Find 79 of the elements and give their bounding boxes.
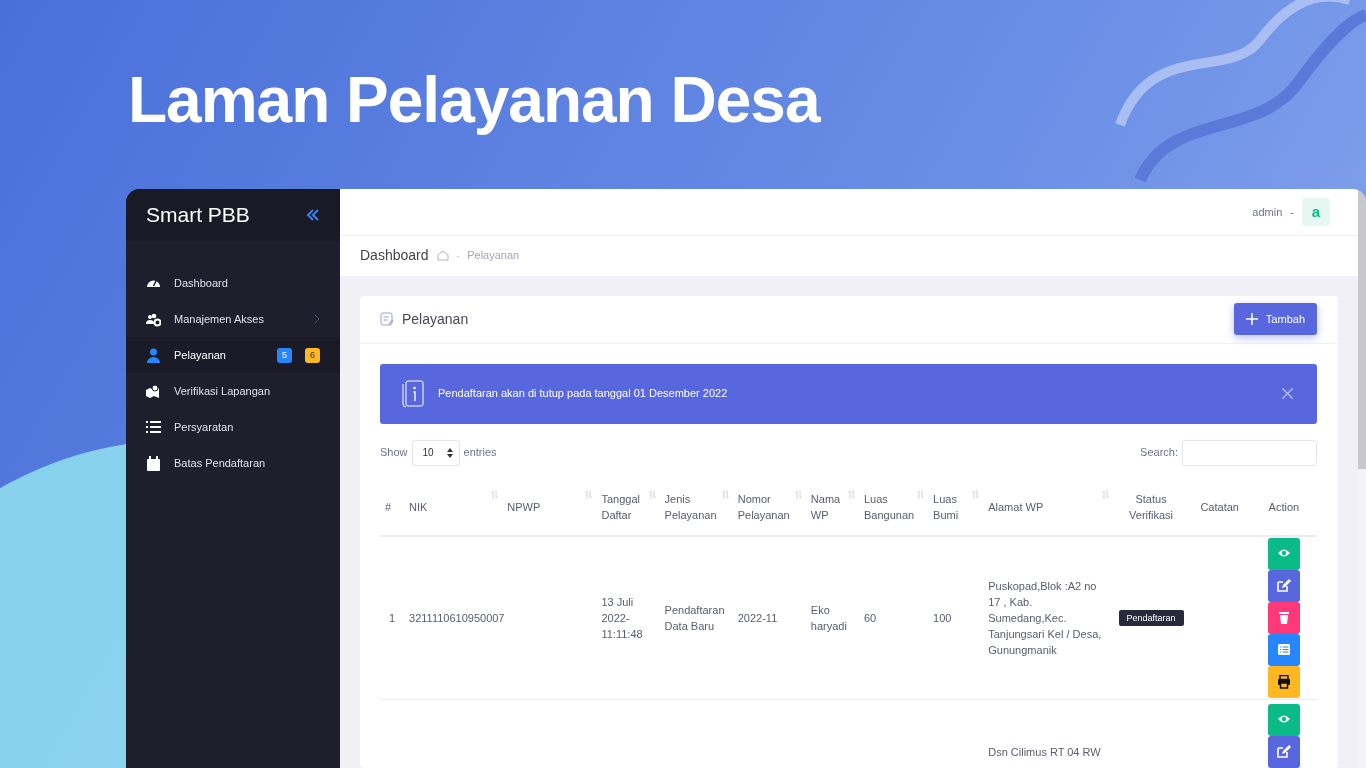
- sort-arrows-icon: [446, 447, 453, 458]
- search-field[interactable]: [1182, 439, 1317, 466]
- table-cell: 3211110610950007: [409, 611, 505, 624]
- sort-icon[interactable]: [721, 489, 729, 499]
- page-title: Dashboard: [360, 246, 429, 266]
- alert-message: Pendaftaran akan di tutup pada tanggal 01 Desember 2022: [438, 386, 729, 402]
- column-header[interactable]: Tanggal Daftar: [601, 491, 655, 523]
- edit-button[interactable]: [1267, 569, 1300, 602]
- sidebar-item[interactable]: Persyaratan: [126, 409, 340, 445]
- sort-icon[interactable]: [1102, 489, 1110, 499]
- table-cell: Pendaftaran Data Baru: [664, 603, 725, 632]
- list-button[interactable]: [1267, 633, 1300, 666]
- column-header[interactable]: Luas Bangunan: [863, 491, 924, 523]
- sidebar-item[interactable]: Pelayanan 5 6: [126, 337, 340, 373]
- column-header[interactable]: Nama WP: [810, 491, 854, 523]
- table-cell: Eko haryadi: [810, 603, 847, 632]
- calendar-icon: [146, 455, 161, 471]
- sort-icon[interactable]: [847, 489, 855, 499]
- pencil-icon: [1276, 578, 1291, 593]
- notepad-icon: [380, 312, 394, 326]
- status-badge: Pendaftaran: [1118, 610, 1184, 627]
- column-header[interactable]: Luas Bumi: [933, 491, 979, 523]
- column-header[interactable]: Nomor Pelayanan: [737, 491, 801, 523]
- entries-label: entries: [463, 445, 497, 461]
- table-cell: Puskopad,Blok :A2 no 17 , Kab. Sumedang,Kec. Tanjungsari Kel / Desa, Gunungmanik: [988, 579, 1102, 656]
- search-label: Search:: [1140, 445, 1178, 461]
- column-header: Action: [1267, 500, 1301, 515]
- delete-button[interactable]: [1267, 601, 1300, 634]
- view-button[interactable]: [1267, 704, 1300, 736]
- users-icon: [146, 311, 161, 327]
- column-header: #: [385, 500, 393, 515]
- printer-icon: [1276, 674, 1291, 689]
- trash-icon: [1276, 610, 1291, 625]
- separator-text: -: [1290, 204, 1294, 220]
- user-name[interactable]: admin: [1252, 203, 1283, 221]
- sort-icon[interactable]: [917, 489, 925, 499]
- sort-icon[interactable]: [491, 489, 499, 499]
- sort-icon[interactable]: [585, 489, 593, 499]
- add-button[interactable]: Tambah: [1233, 303, 1317, 335]
- print-button[interactable]: [1267, 665, 1300, 698]
- view-button[interactable]: [1267, 537, 1300, 570]
- table-cell: 13 Juli 2022-11:11:48: [601, 595, 643, 640]
- map-icon: [146, 383, 161, 399]
- brand-name: Smart PBB: [146, 202, 250, 229]
- info-book-icon: [402, 379, 424, 408]
- breadcrumb-separator: -: [456, 249, 460, 262]
- entries-select[interactable]: 10: [411, 439, 460, 466]
- edit-button[interactable]: [1267, 736, 1300, 768]
- pencil-icon: [1276, 745, 1291, 759]
- list-icon: [1276, 642, 1291, 657]
- sort-icon[interactable]: [648, 489, 656, 499]
- column-header[interactable]: Jenis Pelayanan: [664, 491, 728, 523]
- home-icon[interactable]: [436, 250, 449, 262]
- column-header: Status Verifikasi: [1128, 492, 1175, 523]
- table-cell: 60: [863, 611, 877, 624]
- sidebar-item[interactable]: Manajemen Akses: [126, 301, 340, 337]
- count-badge: 5: [277, 347, 292, 363]
- table-cell: 100: [933, 611, 952, 624]
- table-cell: 1: [388, 611, 396, 624]
- plus-icon: [1245, 313, 1258, 325]
- user-icon: [146, 347, 161, 363]
- column-header[interactable]: NPWP: [507, 499, 592, 515]
- sort-icon[interactable]: [794, 489, 802, 499]
- sidebar-item[interactable]: Verifikasi Lapangan: [126, 373, 340, 409]
- show-label: Show: [380, 445, 408, 461]
- collapse-icon[interactable]: [306, 208, 320, 222]
- count-badge: 6: [305, 347, 320, 363]
- table-cell: Dsn Cilimus RT 04 RW: [988, 746, 1101, 758]
- list-icon: [146, 419, 161, 435]
- card-title: Pelayanan: [402, 309, 469, 329]
- column-header[interactable]: NIK: [409, 499, 498, 515]
- table-cell: 2022-11: [737, 611, 778, 624]
- close-icon[interactable]: [1282, 388, 1293, 399]
- column-header[interactable]: Alamat WP: [988, 499, 1109, 515]
- headline: Laman Pelayanan Desa: [127, 63, 822, 138]
- column-header: Catatan: [1199, 500, 1240, 515]
- sidebar-item[interactable]: Dashboard: [126, 265, 340, 301]
- sidebar-item[interactable]: Batas Pendaftaran: [126, 445, 340, 481]
- sort-icon[interactable]: [972, 489, 980, 499]
